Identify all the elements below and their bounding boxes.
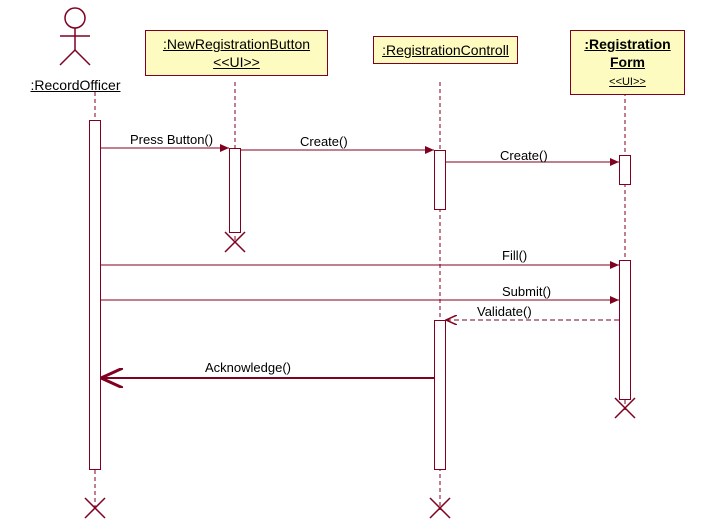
lifeline-title-ctrl: :RegistrationControll [382,42,509,58]
activation-btn [229,148,241,233]
lifeline-title-form: :Registration Form [584,36,670,70]
actor-label: :RecordOfficer [18,72,133,98]
label-validate: Validate() [477,304,532,319]
label-submit: Submit() [502,284,551,299]
label-press: Press Button() [130,132,213,147]
label-create2: Create() [500,148,548,163]
activation-form-1 [619,155,631,185]
lifeline-head-btn: :NewRegistrationButton <<UI>> [145,30,328,76]
actor-icon [60,8,90,65]
activation-form-2 [619,260,631,400]
lifeline-head-form: :Registration Form <<UI>> [570,30,685,95]
destroy-ctrl [430,498,450,518]
activation-ctrl-2 [434,320,446,470]
activation-ctrl-1 [434,150,446,210]
activation-actor [89,120,101,470]
label-ack: Acknowledge() [205,360,291,375]
lifeline-head-ctrl: :RegistrationControll [373,36,518,64]
label-fill: Fill() [502,248,527,263]
lifeline-title-btn: :NewRegistrationButton <<UI>> [163,36,310,70]
label-create1: Create() [300,134,348,149]
lifeline-stereo-form: <<UI>> [609,76,646,88]
destroy-btn [225,232,245,252]
